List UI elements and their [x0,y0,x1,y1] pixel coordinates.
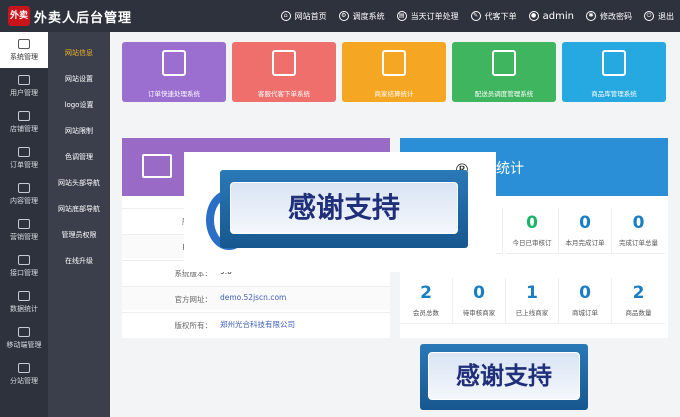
home-icon: ⌂ [280,11,291,21]
nav-today-orders[interactable]: ▤ 当天订单处理 [396,11,459,22]
sidebar-item-mobile[interactable]: 移动端管理 [0,320,48,356]
sidebar-item-api[interactable]: 接口管理 [0,248,48,284]
stat-online-merchants: 1 已上线商家 [506,278,559,324]
nav-proxy-order[interactable]: ✎ 代客下单 [470,11,517,22]
logout-link[interactable]: ⏻ 退出 [644,11,674,22]
bar-chart-icon [18,290,30,301]
order-icon: ▤ [396,11,407,21]
subnav-footer-nav[interactable]: 网站底部导航 [48,196,110,222]
gift-icon [18,218,30,229]
top-bar: 外卖 外卖人后台管理 ⌂ 网站首页 ⚙ 调度系统 ▤ 当天订单处理 ✎ 代客下单 ● ad… [0,0,680,32]
official-site-link[interactable]: demo.52jscn.com [220,293,286,302]
main-sidebar: 系统管理 用户管理 店铺管理 订单管理 内容管理 营销管理 接口管理 数据统计 … [0,32,48,417]
sidebar-item-users[interactable]: 用户管理 [0,68,48,104]
tile-order-processing[interactable]: 订单快速处理系统 [122,42,226,102]
subnav-logo-settings[interactable]: logo设置 [48,92,110,118]
users-icon [18,74,30,85]
top-nav: ⌂ 网站首页 ⚙ 调度系统 ▤ 当天订单处理 ✎ 代客下单 ● admin ✱ 修改密码 ⏻… [269,0,674,32]
shop-icon [18,110,30,121]
sidebar-item-system[interactable]: 系统管理 [0,32,48,68]
subnav-header-nav[interactable]: 网站头部导航 [48,170,110,196]
sidebar-item-marketing[interactable]: 营销管理 [0,212,48,248]
sidebar-item-stats[interactable]: 数据统计 [0,284,48,320]
info-row-copyright: 版权所有： 郑州光合科技有限公司 [122,312,390,336]
thanks-banner-bottom: 感谢支持 [420,344,588,410]
shopping-bag-icon [602,50,626,76]
sidebar-item-orders[interactable]: 订单管理 [0,140,48,176]
checklist-icon [272,50,296,76]
plug-icon [18,254,30,265]
stat-month-completed: 0 本月完成订单 [559,208,612,254]
nav-dispatch[interactable]: ⚙ 调度系统 [338,11,385,22]
subnav-site-info[interactable]: 网站信息 [48,40,110,66]
stat-today-reviewed: 0 今日已审核订 [506,208,559,254]
power-icon: ⏻ [644,11,654,21]
thanks-banner-top-text: 感谢支持 [230,182,458,234]
app-logo: 外卖 [8,6,30,26]
courier-icon [492,50,516,76]
change-password-link[interactable]: ✱ 修改密码 [586,11,632,22]
subnav-color-theme[interactable]: 色调管理 [48,144,110,170]
subnav-site-limits[interactable]: 网站限制 [48,118,110,144]
tile-proxy-order[interactable]: 客服代客下单系统 [232,42,336,102]
stat-product-count: 2 商品数量 [612,278,665,324]
info-row-official-site: 官方网址： demo.52jscn.com [122,286,390,310]
browser-settings-icon [142,154,172,178]
proxy-order-icon: ✎ [470,11,481,21]
dispatch-icon: ⚙ [338,11,349,21]
tile-merchant-settlement[interactable]: 商家结算统计 [342,42,446,102]
sidebar-item-content[interactable]: 内容管理 [0,176,48,212]
mobile-icon [18,326,30,337]
key-icon: ✱ [586,11,596,21]
nav-home[interactable]: ⌂ 网站首页 [280,11,327,22]
clipboard-icon [162,50,186,76]
stat-member-count: 2 会员总数 [400,278,453,324]
app-title: 外卖人后台管理 [34,11,133,26]
subnav-site-settings[interactable]: 网站设置 [48,66,110,92]
stat-mall-orders: 0 商城订单 [559,278,612,324]
subnav-admin-permissions[interactable]: 管理员权限 [48,222,110,248]
stats-title: 统计 [496,161,524,177]
subnav-online-upgrade[interactable]: 在线升级 [48,248,110,274]
monitor-icon [18,38,30,49]
sidebar-item-substations[interactable]: 分站管理 [0,356,48,392]
stat-pending-merchants: 0 待审核商家 [453,278,506,324]
sub-sidebar: 网站信息 网站设置 logo设置 网站限制 色调管理 网站头部导航 网站底部导航… [48,32,110,417]
grid-icon [18,182,30,193]
order-list-icon [18,146,30,157]
tile-courier-dispatch[interactable]: 配送员调度管理系统 [452,42,556,102]
yen-scroll-icon [382,50,406,76]
user-icon: ● [528,11,539,21]
stat-total-completed: 0 完成订单总量 [612,208,665,254]
thanks-banner-top: 感谢支持 [220,170,468,248]
user-menu[interactable]: ● admin [528,11,574,22]
branch-icon [18,362,30,373]
sidebar-item-shops[interactable]: 店铺管理 [0,104,48,140]
thanks-banner-bottom-text: 感谢支持 [428,352,580,400]
tile-product-library[interactable]: 商品库管理系统 [562,42,666,102]
